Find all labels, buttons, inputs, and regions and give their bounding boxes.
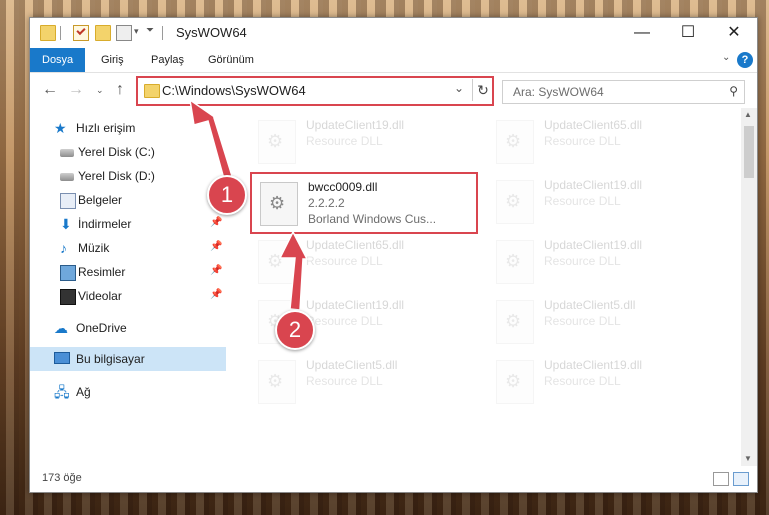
- annotation-arrow-2: [278, 230, 309, 311]
- step-1-badge: 1: [207, 175, 247, 215]
- step-2-badge: 2: [275, 310, 315, 350]
- annotation-arrows: [188, 98, 309, 311]
- annotation-arrow-1: [188, 98, 233, 180]
